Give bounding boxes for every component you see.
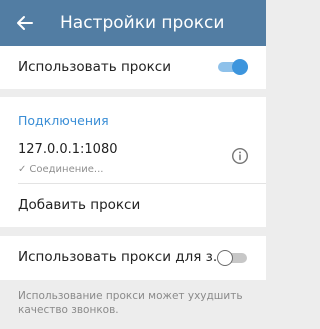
proxy-address[interactable]: 127.0.0.1:1080 bbox=[18, 142, 118, 157]
add-proxy-label: Добавить прокси bbox=[18, 197, 141, 213]
proxy-status: ✓ Соединение... bbox=[18, 164, 103, 175]
calls-proxy-row[interactable]: Использовать прокси для з... bbox=[0, 236, 266, 280]
calls-proxy-note: Использование прокси может ухудшить каче… bbox=[18, 290, 243, 316]
use-proxy-row[interactable]: Использовать прокси bbox=[0, 46, 266, 89]
toggle-knob bbox=[217, 250, 233, 266]
app-bar: Настройки прокси bbox=[0, 0, 266, 46]
use-proxy-label: Использовать прокси bbox=[18, 59, 171, 75]
info-icon[interactable] bbox=[231, 147, 249, 165]
calls-proxy-label: Использовать прокси для з... bbox=[18, 249, 226, 265]
toggle-knob bbox=[232, 59, 248, 75]
back-arrow-icon[interactable] bbox=[14, 12, 36, 34]
page-title: Настройки прокси bbox=[60, 13, 225, 33]
add-proxy-button[interactable]: Добавить прокси bbox=[0, 184, 266, 227]
connections-section: Подключения 127.0.0.1:1080 ✓ Соединение..… bbox=[0, 97, 266, 227]
connections-header: Подключения bbox=[18, 113, 109, 128]
proxy-status-text: Соединение... bbox=[29, 164, 104, 175]
calls-proxy-toggle[interactable] bbox=[217, 250, 247, 266]
use-proxy-toggle[interactable] bbox=[218, 59, 248, 75]
checkmark-icon: ✓ bbox=[18, 164, 27, 175]
